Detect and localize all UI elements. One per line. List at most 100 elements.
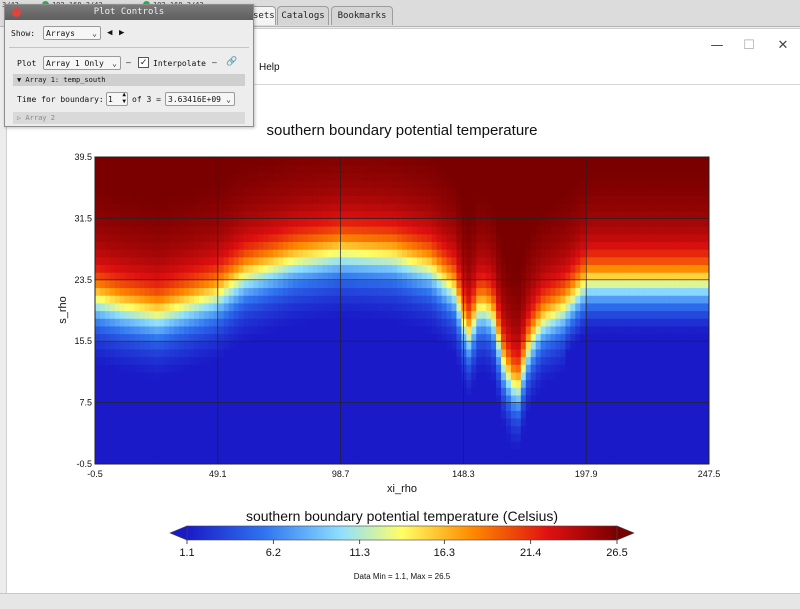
- heatmap-cell: [590, 395, 596, 403]
- heatmap-cell: [645, 241, 651, 249]
- heatmap-cell: [174, 441, 180, 449]
- heatmap-cell: [125, 364, 131, 372]
- heatmap-cell: [224, 157, 230, 165]
- heatmap-cell: [110, 456, 116, 464]
- heatmap-cell: [531, 249, 537, 257]
- heatmap-cell: [224, 249, 230, 257]
- heatmap-cell: [249, 357, 255, 365]
- heatmap-cell: [610, 172, 616, 180]
- heatmap-cell: [456, 418, 462, 426]
- heatmap-cell: [135, 395, 141, 403]
- heatmap-cell: [560, 180, 566, 188]
- heatmap-cell: [352, 272, 358, 280]
- heatmap-cell: [154, 449, 160, 457]
- heatmap-cell: [625, 180, 631, 188]
- heatmap-cell: [580, 372, 586, 380]
- heatmap-cell: [659, 280, 665, 288]
- heatmap-cell: [551, 387, 557, 395]
- heatmap-cell: [357, 418, 363, 426]
- heatmap-cell: [610, 180, 616, 188]
- heatmap-cell: [253, 403, 259, 411]
- heatmap-cell: [377, 311, 383, 319]
- heatmap-cell: [461, 234, 467, 242]
- heatmap-cell: [115, 172, 121, 180]
- heatmap-cell: [689, 241, 695, 249]
- heatmap-cell: [120, 318, 126, 326]
- heatmap-cell: [303, 280, 309, 288]
- heatmap-cell: [456, 287, 462, 295]
- heatmap-cell: [674, 272, 680, 280]
- heatmap-cell: [442, 218, 448, 226]
- heatmap-cell: [258, 326, 264, 334]
- heatmap-cell: [575, 426, 581, 434]
- heatmap-cell: [635, 264, 641, 272]
- heatmap-cell: [650, 203, 656, 211]
- heatmap-cell: [580, 341, 586, 349]
- heatmap-cell: [565, 195, 571, 203]
- heatmap-cell: [456, 380, 462, 388]
- heatmap-cell: [417, 234, 423, 242]
- heatmap-cell: [293, 303, 299, 311]
- heatmap-cell: [140, 295, 146, 303]
- heatmap-cell: [387, 157, 393, 165]
- heatmap-cell: [422, 372, 428, 380]
- heatmap-cell: [635, 226, 641, 234]
- heatmap-cell: [437, 387, 443, 395]
- heatmap-cell: [204, 180, 210, 188]
- heatmap-cell: [456, 180, 462, 188]
- heatmap-cell: [605, 287, 611, 295]
- heatmap-cell: [199, 180, 205, 188]
- heatmap-cell: [283, 418, 289, 426]
- heatmap-cell: [486, 418, 492, 426]
- heatmap-cell: [199, 380, 205, 388]
- heatmap-cell: [625, 272, 631, 280]
- heatmap-cell: [125, 157, 131, 165]
- heatmap-cell: [412, 318, 418, 326]
- heatmap-cell: [645, 349, 651, 357]
- heatmap-cell: [630, 226, 636, 234]
- heatmap-cell: [432, 326, 438, 334]
- heatmap-cell: [684, 234, 690, 242]
- heatmap-cell: [635, 349, 641, 357]
- heatmap-cell: [278, 280, 284, 288]
- heatmap-cell: [645, 341, 651, 349]
- heatmap-cell: [348, 410, 354, 418]
- heatmap-cell: [348, 264, 354, 272]
- heatmap-cell: [432, 157, 438, 165]
- heatmap-cell: [278, 318, 284, 326]
- heatmap-cell: [456, 157, 462, 165]
- heatmap-cell: [224, 441, 230, 449]
- heatmap-cell: [575, 241, 581, 249]
- heatmap-cell: [679, 172, 685, 180]
- heatmap-cell: [209, 195, 215, 203]
- heatmap-cell: [293, 311, 299, 319]
- heatmap-cell: [100, 334, 106, 342]
- heatmap-cell: [278, 441, 284, 449]
- heatmap-cell: [105, 364, 111, 372]
- heatmap-cell: [437, 334, 443, 342]
- heatmap-cell: [407, 418, 413, 426]
- heatmap-cell: [551, 249, 557, 257]
- heatmap-cell: [556, 280, 562, 288]
- heatmap-cell: [283, 380, 289, 388]
- heatmap-cell: [367, 303, 373, 311]
- heatmap-cell: [536, 249, 542, 257]
- heatmap-cell: [615, 449, 621, 457]
- heatmap-cell: [575, 441, 581, 449]
- heatmap-cell: [531, 180, 537, 188]
- heatmap-cell: [273, 334, 279, 342]
- heatmap-cell: [501, 395, 507, 403]
- heatmap-cell: [684, 195, 690, 203]
- heatmap-cell: [664, 172, 670, 180]
- heatmap-cell: [481, 433, 487, 441]
- heatmap-cell: [343, 311, 349, 319]
- heatmap-cell: [189, 395, 195, 403]
- heatmap-cell: [526, 257, 532, 265]
- heatmap-cell: [679, 226, 685, 234]
- heatmap-cell: [491, 364, 497, 372]
- heatmap-cell: [551, 295, 557, 303]
- heatmap-cell: [650, 418, 656, 426]
- heatmap-cell: [219, 203, 225, 211]
- heatmap-cell: [348, 418, 354, 426]
- heatmap-cell: [501, 257, 507, 265]
